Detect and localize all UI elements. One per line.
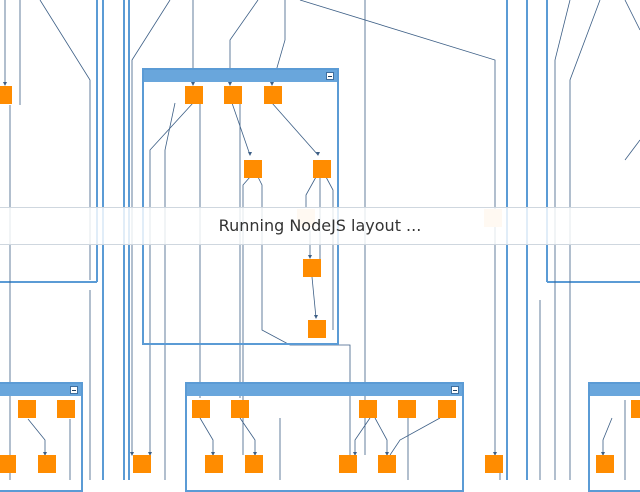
graph-node[interactable] [244, 160, 262, 178]
graph-node[interactable] [631, 400, 640, 418]
graph-node[interactable] [185, 86, 203, 104]
graph-node[interactable] [231, 400, 249, 418]
graph-node[interactable] [192, 400, 210, 418]
graph-node[interactable] [485, 455, 503, 473]
graph-node[interactable] [359, 400, 377, 418]
graph-node[interactable] [38, 455, 56, 473]
graph-node[interactable] [133, 455, 151, 473]
graph-node[interactable] [398, 400, 416, 418]
graph-node[interactable] [596, 455, 614, 473]
graph-node[interactable] [313, 160, 331, 178]
minus-icon[interactable] [326, 72, 334, 80]
graph-node[interactable] [264, 86, 282, 104]
group-center-header[interactable] [144, 70, 337, 82]
minus-icon[interactable] [451, 386, 459, 394]
group-bottom-right-header[interactable] [590, 384, 640, 396]
graph-node[interactable] [308, 320, 326, 338]
graph-node[interactable] [0, 455, 16, 473]
group-bottom-left[interactable] [0, 382, 83, 492]
graph-node[interactable] [339, 455, 357, 473]
graph-node[interactable] [438, 400, 456, 418]
graph-node[interactable] [245, 455, 263, 473]
layout-status-overlay: Running NodeJS layout ... [0, 207, 640, 245]
graph-node[interactable] [205, 455, 223, 473]
group-bottom-middle[interactable] [185, 382, 464, 492]
graph-node[interactable] [224, 86, 242, 104]
group-bottom-right[interactable] [588, 382, 640, 492]
minus-icon[interactable] [70, 386, 78, 394]
layout-status-text: Running NodeJS layout ... [218, 216, 422, 235]
graph-node[interactable] [378, 455, 396, 473]
graph-node[interactable] [303, 259, 321, 277]
group-bottom-left-header[interactable] [0, 384, 81, 396]
graph-node[interactable] [57, 400, 75, 418]
group-bottom-middle-header[interactable] [187, 384, 462, 396]
graph-node[interactable] [18, 400, 36, 418]
graph-node[interactable] [0, 86, 12, 104]
